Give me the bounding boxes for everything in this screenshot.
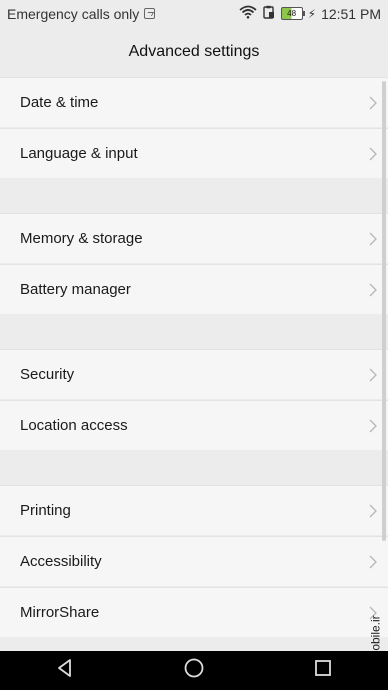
scrollbar[interactable] [382, 81, 386, 541]
row-label: Location access [20, 417, 128, 434]
settings-list: Date & time Language & input Memory & st… [0, 77, 388, 651]
status-left: Emergency calls only [0, 5, 156, 22]
row-label: Printing [20, 502, 71, 519]
row-label: Battery manager [20, 281, 131, 298]
chevron-right-icon [358, 554, 388, 570]
notification-icon [262, 5, 276, 22]
charging-icon: ⚡ [307, 6, 317, 21]
page-header: Advanced settings [0, 27, 388, 77]
status-bar: Emergency calls only 48 ⚡ 12:51 PM [0, 0, 388, 27]
row-printing[interactable]: Printing [0, 485, 388, 535]
home-icon [183, 657, 205, 684]
row-date-time[interactable]: Date & time [0, 77, 388, 127]
status-text: Emergency calls only [7, 5, 140, 22]
row-battery-manager[interactable]: Battery manager [0, 264, 388, 314]
row-label: Security [20, 366, 75, 383]
back-button[interactable] [35, 651, 95, 690]
back-icon [55, 658, 75, 683]
row-label: Language & input [20, 145, 138, 162]
sim-icon [144, 8, 156, 19]
status-right: 48 ⚡ 12:51 PM [239, 5, 388, 22]
battery-icon: 48 [280, 7, 305, 20]
status-time: 12:51 PM [321, 5, 381, 22]
recents-button[interactable] [293, 651, 353, 690]
page-title: Advanced settings [128, 43, 260, 60]
home-button[interactable] [164, 651, 224, 690]
row-label: Accessibility [20, 553, 102, 570]
navigation-bar [0, 651, 388, 690]
row-label: MirrorShare [20, 604, 100, 621]
row-memory-storage[interactable]: Memory & storage [0, 213, 388, 263]
row-security[interactable]: Security [0, 349, 388, 399]
row-label: Date & time [20, 94, 99, 111]
row-language-input[interactable]: Language & input [0, 128, 388, 178]
row-location-access[interactable]: Location access [0, 400, 388, 450]
row-mirrorshare[interactable]: MirrorShare [0, 587, 388, 637]
row-label: Memory & storage [20, 230, 143, 247]
recents-icon [313, 658, 333, 683]
wifi-icon [239, 5, 257, 22]
row-accessibility[interactable]: Accessibility [0, 536, 388, 586]
